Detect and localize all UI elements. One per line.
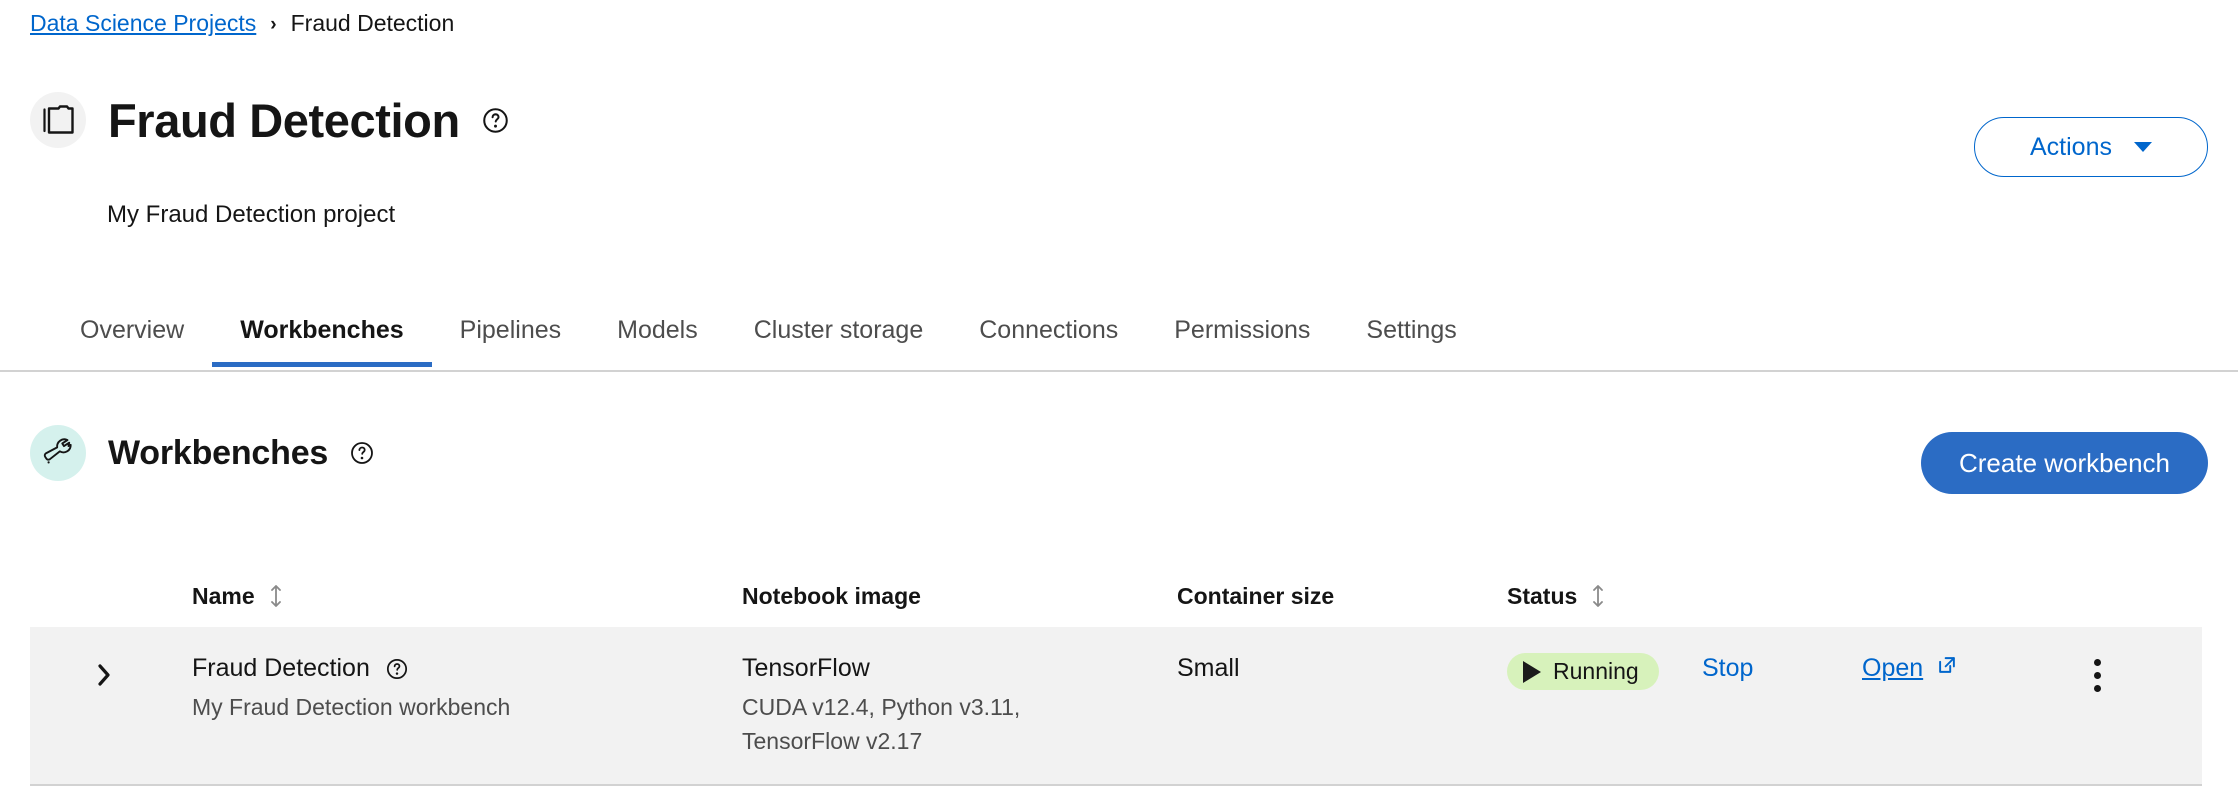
breadcrumb-separator-icon: ›: [270, 14, 277, 35]
status-badge: Running: [1507, 653, 1659, 690]
page-description: My Fraud Detection project: [107, 201, 396, 228]
help-circle-icon-title[interactable]: [482, 107, 509, 134]
status-label: Running: [1553, 658, 1639, 684]
cell-notebook-image: TensorFlow CUDA v12.4, Python v3.11, Ten…: [742, 651, 1177, 758]
notebook-image-name: TensorFlow: [742, 654, 870, 682]
notebook-image-details-line-2: TensorFlow v2.17: [742, 727, 923, 754]
workbench-name-row: Fraud Detection: [192, 653, 742, 684]
section-title: Workbenches: [108, 434, 329, 472]
chevron-right-icon[interactable]: [96, 663, 112, 687]
container-size-value: Small: [1177, 654, 1240, 682]
cell-container-size: Small: [1177, 651, 1507, 758]
wrench-icon: [30, 425, 86, 481]
tab-workbenches[interactable]: Workbenches: [212, 300, 433, 367]
breadcrumb: Data Science Projects › Fraud Detection: [30, 12, 454, 35]
cell-kebab-menu: [2037, 651, 2157, 758]
help-circle-icon-workbench[interactable]: [386, 658, 408, 680]
cell-status: Running: [1507, 651, 1702, 758]
column-header-name-label: Name: [192, 582, 255, 609]
tab-connections[interactable]: Connections: [951, 300, 1146, 365]
tab-permissions[interactable]: Permissions: [1146, 300, 1338, 365]
column-header-container-size-label: Container size: [1177, 582, 1335, 609]
open-link[interactable]: Open: [1862, 653, 1958, 684]
column-header-notebook-image: Notebook image: [742, 583, 1177, 610]
play-icon: [1523, 660, 1541, 683]
help-circle-icon-section[interactable]: [350, 441, 374, 465]
tab-settings[interactable]: Settings: [1338, 300, 1484, 365]
create-workbench-button[interactable]: Create workbench: [1921, 432, 2208, 494]
breadcrumb-link-data-science-projects[interactable]: Data Science Projects: [30, 12, 256, 35]
kebab-dot-1: [2093, 659, 2101, 666]
cell-name: Fraud Detection My Fraud Detection workb…: [192, 651, 742, 758]
cell-open-action: Open: [1862, 651, 2037, 758]
workbench-description: My Fraud Detection workbench: [192, 694, 511, 721]
caret-down-icon: [2133, 142, 2152, 152]
page-title: Fraud Detection: [108, 93, 460, 147]
tab-models[interactable]: Models: [589, 300, 726, 365]
column-header-notebook-image-label: Notebook image: [742, 582, 921, 609]
kebab-dot-2: [2093, 672, 2101, 679]
cell-stop-action: Stop: [1702, 651, 1862, 758]
notebook-image-details: CUDA v12.4, Python v3.11, TensorFlow v2.…: [742, 691, 1177, 758]
column-header-name: Name: [192, 583, 742, 610]
section-header: Workbenches: [30, 425, 374, 481]
kebab-dot-3: [2093, 685, 2101, 692]
workbench-name: Fraud Detection: [192, 654, 370, 682]
open-link-label: Open: [1862, 654, 1924, 682]
actions-button-label: Actions: [2030, 132, 2112, 161]
column-header-status-label: Status: [1507, 582, 1578, 609]
page-header: Fraud Detection: [30, 92, 509, 148]
tab-cluster-storage[interactable]: Cluster storage: [726, 300, 952, 365]
row-expand-cell: [30, 651, 192, 758]
column-header-status: Status: [1507, 583, 1702, 610]
stop-button[interactable]: Stop: [1702, 653, 1753, 684]
tab-bar: Overview Workbenches Pipelines Models Cluste…: [0, 300, 2238, 372]
sort-icon-status[interactable]: [1591, 585, 1605, 607]
breadcrumb-current: Fraud Detection: [290, 10, 455, 36]
table-header-row: Name Notebook image Container size Statu…: [30, 565, 2202, 627]
column-header-container-size: Container size: [1177, 583, 1507, 610]
sort-icon-name[interactable]: [269, 585, 283, 607]
table-row: Fraud Detection My Fraud Detection workb…: [30, 627, 2202, 786]
actions-button[interactable]: Actions: [1974, 117, 2208, 177]
kebab-menu-icon[interactable]: [2037, 653, 2157, 692]
folder-icon: [30, 92, 86, 148]
workbenches-table: Name Notebook image Container size Statu…: [30, 565, 2202, 786]
tab-pipelines[interactable]: Pipelines: [432, 300, 589, 365]
tab-overview[interactable]: Overview: [52, 300, 212, 365]
notebook-image-details-line-1: CUDA v12.4, Python v3.11,: [742, 694, 1021, 721]
external-link-icon: [1936, 653, 1958, 684]
